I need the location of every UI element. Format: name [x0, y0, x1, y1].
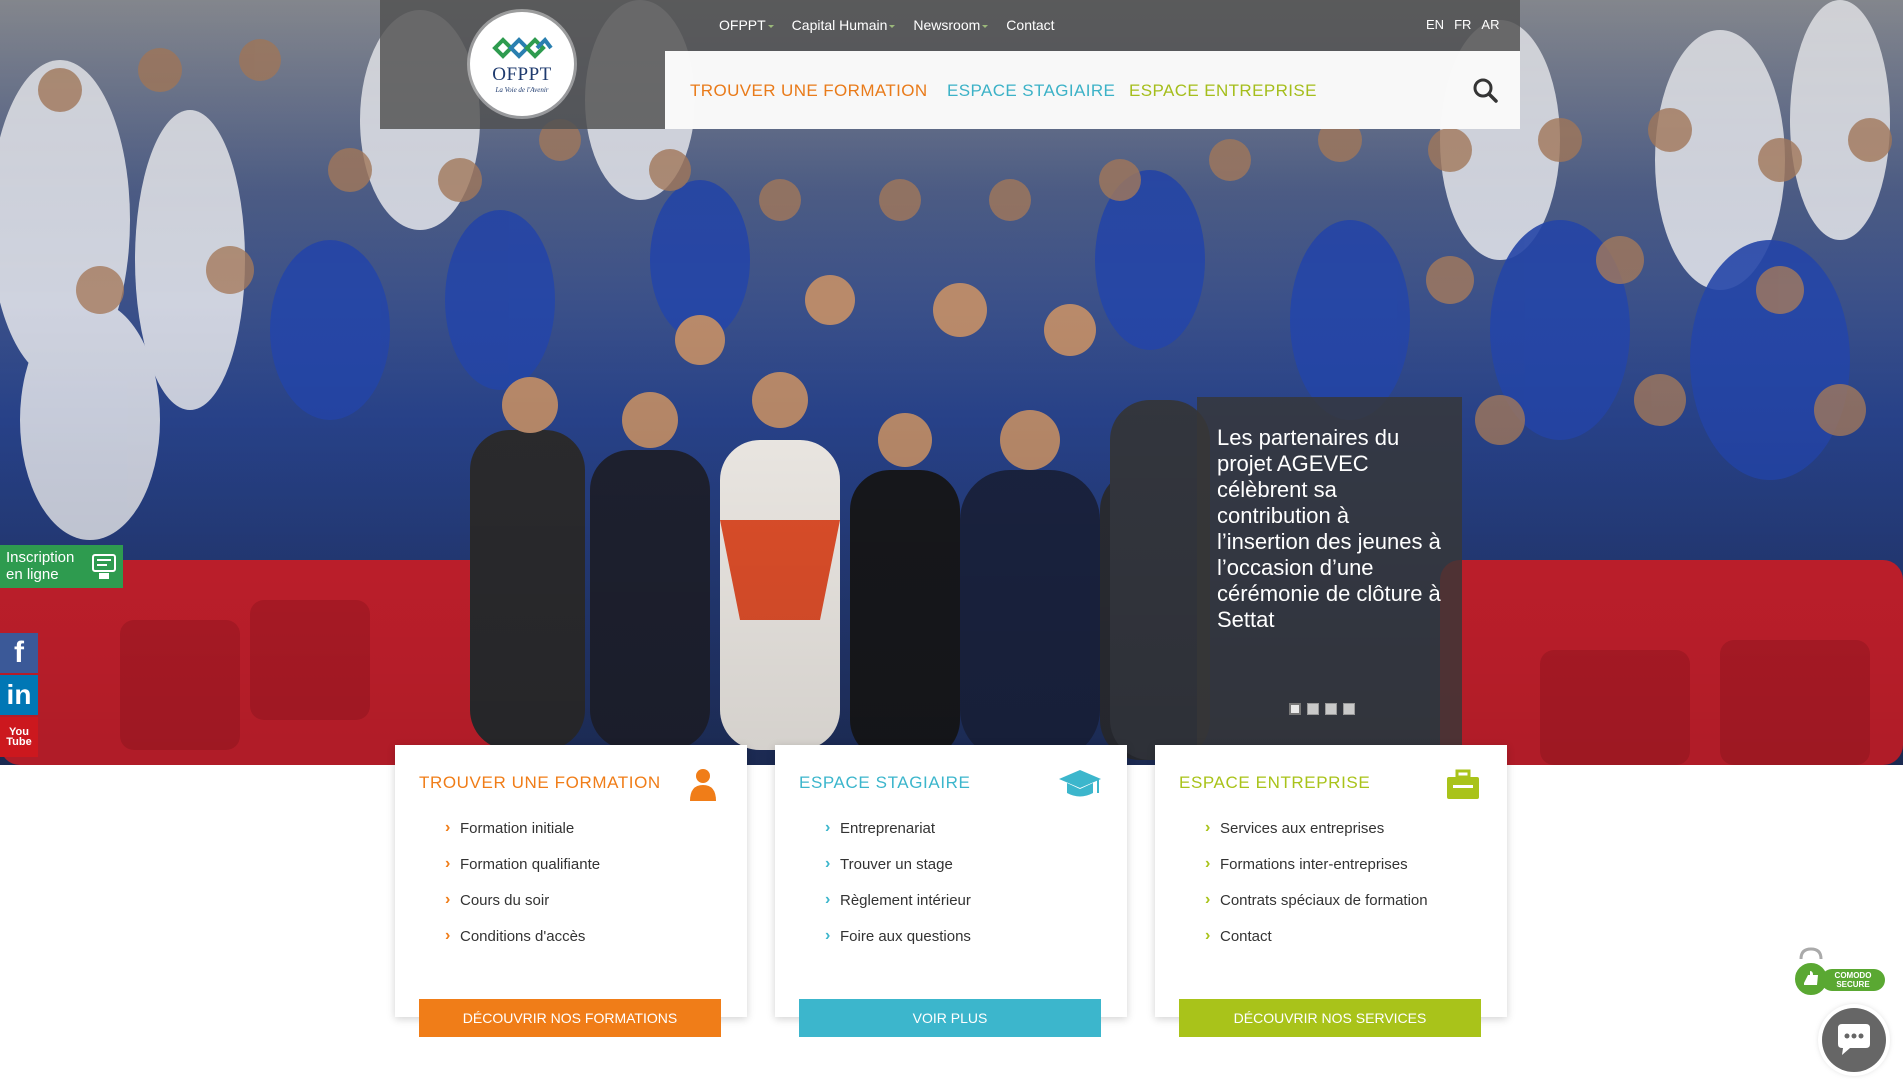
card-trouver-formation: Trouver une formation › Formation initial…	[395, 745, 747, 1037]
main-nav-espace-entreprise[interactable]: Espace entreprise	[1129, 81, 1317, 101]
main-nav-trouver-formation[interactable]: Trouver une formation	[690, 81, 928, 101]
chat-bubble-icon	[1838, 1024, 1870, 1055]
inscription-en-ligne-button[interactable]: Inscription en ligne	[0, 545, 123, 588]
slider-dots	[1289, 703, 1355, 715]
card-link[interactable]: › Contact	[1205, 927, 1483, 946]
decouvrir-formations-button[interactable]: Découvrir nos formations	[419, 999, 721, 1037]
lang-fr[interactable]: FR	[1454, 17, 1471, 32]
logo-text: OFPPT	[492, 64, 552, 85]
card-espace-entreprise: Espace entreprise › Services aux entrepri…	[1155, 745, 1507, 1037]
top-nav-capital-humain[interactable]: Capital Humain	[792, 17, 896, 33]
card-link[interactable]: › Conditions d'accès	[445, 927, 723, 946]
person-icon	[690, 769, 716, 801]
card-link[interactable]: › Foire aux questions	[825, 927, 1103, 946]
voir-plus-button[interactable]: Voir plus	[799, 999, 1101, 1037]
card-link-label: Formations inter-entreprises	[1220, 856, 1408, 873]
card-link-label: Règlement intérieur	[840, 892, 971, 909]
lang-ar[interactable]: AR	[1481, 17, 1499, 32]
chevron-right-icon: ›	[445, 855, 451, 872]
top-nav-ofppt[interactable]: OFPPT	[719, 17, 774, 33]
chevron-right-icon: ›	[825, 855, 831, 872]
comodo-label: COMODO	[1835, 971, 1872, 980]
decouvrir-services-button[interactable]: Découvrir nos services	[1179, 999, 1481, 1037]
lang-en[interactable]: EN	[1426, 17, 1444, 32]
card-link-label: Contrats spéciaux de formation	[1220, 892, 1428, 909]
graduation-cap-icon	[1059, 770, 1101, 797]
card-link-label: Foire aux questions	[840, 928, 971, 945]
card-link-label: Trouver un stage	[840, 856, 953, 873]
chevron-right-icon: ›	[1205, 891, 1211, 908]
chevron-right-icon: ›	[445, 927, 451, 944]
chevron-right-icon: ›	[1205, 855, 1211, 872]
chevron-right-icon: ›	[825, 891, 831, 908]
youtube-glyph-bottom: Tube	[6, 736, 32, 748]
briefcase-icon	[1447, 769, 1479, 799]
card-link-label: Conditions d'accès	[460, 928, 586, 945]
chevron-right-icon: ›	[825, 819, 831, 836]
linkedin-icon[interactable]: in	[0, 675, 38, 715]
slider-dot[interactable]	[1307, 703, 1319, 715]
card-link-label: Services aux entreprises	[1220, 820, 1385, 837]
card-links: › Entreprenariat › Trouver un stage › Règle…	[799, 819, 1103, 946]
chevron-right-icon: ›	[445, 891, 451, 908]
card-link-label: Formation qualifiante	[460, 856, 601, 873]
language-switcher: EN FR AR	[1426, 17, 1499, 32]
card-link[interactable]: › Formations inter-entreprises	[1205, 855, 1483, 874]
chevron-right-icon: ›	[445, 819, 451, 836]
computer-form-icon	[92, 554, 116, 579]
logo-emblem-icon	[492, 36, 553, 59]
card-links: › Formation initiale › Formation qualifian…	[419, 819, 723, 946]
top-nav-contact[interactable]: Contact	[1006, 17, 1054, 33]
card-link[interactable]: › Règlement intérieur	[825, 891, 1103, 910]
card-link[interactable]: › Trouver un stage	[825, 855, 1103, 874]
card-link[interactable]: › Services aux entreprises	[1205, 819, 1483, 838]
top-nav-newsroom[interactable]: Newsroom	[913, 17, 989, 33]
chat-button[interactable]	[1822, 1008, 1886, 1072]
slider-dot[interactable]	[1325, 703, 1337, 715]
page: OFPPT La Voie de l'Avenir OFPPT Capital …	[0, 0, 1903, 1080]
logo-tagline: La Voie de l'Avenir	[495, 86, 549, 94]
secure-label: SECURE	[1836, 980, 1870, 989]
comodo-secure-badge[interactable]: COMODO SECURE	[1793, 947, 1887, 999]
slide-caption: Les partenaires du projet AGEVEC célèbre…	[1197, 397, 1462, 745]
card-title[interactable]: Trouver une formation	[419, 773, 723, 793]
main-nav: Trouver une formation Espace stagiaire E…	[665, 51, 1520, 129]
slider-dot[interactable]	[1289, 703, 1301, 715]
linkedin-glyph: in	[6, 679, 32, 710]
card-link-label: Cours du soir	[460, 892, 550, 909]
card-links: › Services aux entreprises › Formations in…	[1179, 819, 1483, 946]
top-nav: OFPPT Capital Humain Newsroom Contact	[719, 17, 1055, 33]
facebook-glyph: f	[14, 636, 24, 669]
card-link[interactable]: › Formation qualifiante	[445, 855, 723, 874]
card-link-label: Formation initiale	[460, 820, 575, 837]
card-link-label: Entreprenariat	[840, 820, 936, 837]
card-espace-stagiaire: Espace stagiaire › Entreprenariat › Trouve…	[775, 745, 1127, 1037]
ofppt-logo[interactable]: OFPPT La Voie de l'Avenir	[470, 12, 574, 116]
facebook-icon[interactable]: f	[0, 633, 38, 673]
chevron-right-icon: ›	[1205, 819, 1211, 836]
slider-dot[interactable]	[1343, 703, 1355, 715]
card-link[interactable]: › Formation initiale	[445, 819, 723, 838]
main-nav-espace-stagiaire[interactable]: Espace stagiaire	[947, 81, 1115, 101]
card-link[interactable]: › Entreprenariat	[825, 819, 1103, 838]
youtube-icon[interactable]: You Tube	[0, 717, 38, 757]
card-title[interactable]: Espace entreprise	[1179, 773, 1483, 793]
card-link[interactable]: › Contrats spéciaux de formation	[1205, 891, 1483, 910]
card-link[interactable]: › Cours du soir	[445, 891, 723, 910]
search-icon[interactable]	[1472, 77, 1498, 103]
card-link-label: Contact	[1220, 928, 1272, 945]
chevron-right-icon: ›	[1205, 927, 1211, 944]
slide-caption-text[interactable]: Les partenaires du projet AGEVEC célèbre…	[1217, 425, 1444, 633]
chevron-right-icon: ›	[825, 927, 831, 944]
